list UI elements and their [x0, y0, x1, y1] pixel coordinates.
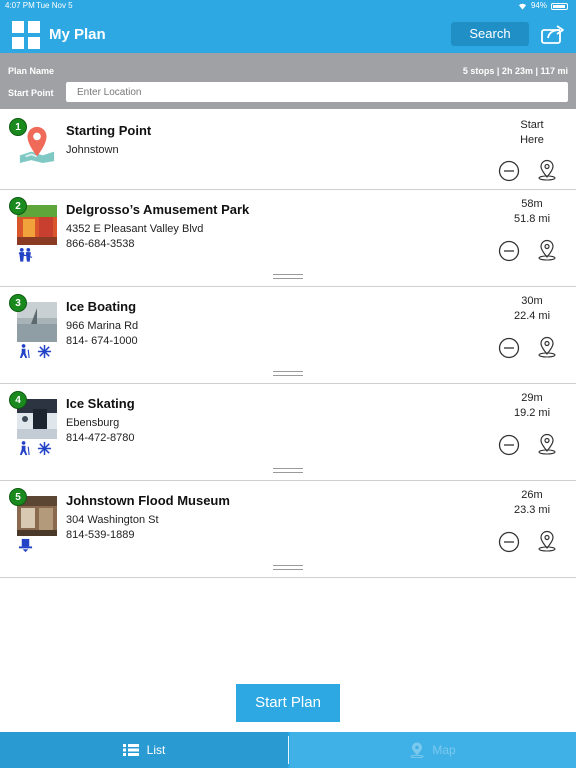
stop-duration: 58m: [521, 198, 543, 210]
status-bar: 4:07 PM Tue Nov 5 94%: [0, 0, 576, 12]
stop-phone: 866-684-3538: [66, 238, 135, 250]
stop-meta: 29m 19.2 mi: [502, 391, 562, 421]
stop-meta: Start Here: [502, 118, 562, 148]
remove-stop-icon[interactable]: [498, 240, 520, 262]
family-icon: [18, 247, 33, 262]
stop-title: Delgrosso’s Amusement Park: [66, 202, 250, 217]
page-title: My Plan: [49, 26, 106, 43]
remove-stop-icon[interactable]: [498, 531, 520, 553]
category-icons: [18, 441, 52, 456]
wifi-icon: [518, 3, 527, 10]
stop-number-badge: 4: [9, 391, 27, 409]
snowflake-icon: [37, 344, 52, 359]
map-pin-icon: [410, 742, 424, 758]
bottom-tab-bar: List Map: [0, 732, 576, 768]
top-hat-icon: [18, 538, 33, 553]
app-grid-icon[interactable]: [12, 21, 40, 49]
status-date: Tue Nov 5: [36, 1, 73, 10]
stop-distance: 51.8 mi: [513, 213, 551, 225]
stop-duration: 26m: [521, 489, 543, 501]
hiking-icon: [19, 344, 30, 359]
list-item[interactable]: 3 Ice Boating 966 Marina Rd 814- 674-100…: [0, 287, 576, 384]
stop-number-badge: 3: [9, 294, 27, 312]
plan-summary: 5 stops | 2h 23m | 117 mi: [462, 66, 568, 76]
tab-list-label: List: [146, 743, 166, 757]
remove-stop-icon[interactable]: [498, 337, 520, 359]
stop-address: 4352 E Pleasant Valley Blvd: [66, 223, 204, 235]
search-button[interactable]: Search: [451, 22, 529, 46]
stop-distance: 22.4 mi: [513, 310, 551, 322]
list-item[interactable]: 5 Johnstown Flood Museum 304 Washington …: [0, 481, 576, 578]
stop-number-badge: 5: [9, 488, 27, 506]
battery-icon: [551, 2, 568, 10]
status-time: 4:07 PM: [5, 1, 35, 10]
remove-stop-icon[interactable]: [498, 434, 520, 456]
drag-handle[interactable]: [273, 565, 303, 570]
remove-stop-icon[interactable]: [498, 160, 520, 182]
stop-title: Johnstown Flood Museum: [66, 493, 230, 508]
drag-handle[interactable]: [273, 274, 303, 279]
stop-meta-line2: Here: [520, 134, 544, 146]
list-item[interactable]: 2 Delgrosso’s Amusement Park 4352 E Plea…: [0, 190, 576, 287]
stop-address: Johnstown: [66, 144, 119, 156]
start-point-label: Start Point: [8, 88, 54, 98]
tab-map[interactable]: Map: [290, 732, 576, 768]
start-plan-button[interactable]: Start Plan: [236, 684, 340, 722]
snowflake-icon: [37, 441, 52, 456]
stop-phone: 814-539-1889: [66, 529, 135, 541]
top-header: 4:07 PM Tue Nov 5 94% My Plan Search: [0, 0, 576, 53]
drag-handle[interactable]: [273, 371, 303, 376]
stop-address: 966 Marina Rd: [66, 320, 139, 332]
stop-duration: 30m: [521, 295, 543, 307]
category-icons: [18, 344, 52, 359]
start-location-input[interactable]: [66, 82, 568, 102]
stop-address: 304 Washington St: [66, 514, 159, 526]
stop-distance: 19.2 mi: [513, 407, 551, 419]
tab-divider: [288, 736, 289, 764]
map-pin-icon[interactable]: [536, 239, 558, 261]
share-icon[interactable]: [540, 23, 566, 45]
stop-meta: 26m 23.3 mi: [502, 488, 562, 518]
stop-phone: 814- 674-1000: [66, 335, 138, 347]
stop-number-badge: 1: [9, 118, 27, 136]
map-pin-icon[interactable]: [536, 159, 558, 181]
map-pin-icon[interactable]: [536, 433, 558, 455]
stop-title: Ice Skating: [66, 396, 135, 411]
stop-phone: 814-472-8780: [66, 432, 135, 444]
map-pin-icon[interactable]: [536, 530, 558, 552]
tab-list[interactable]: List: [0, 732, 288, 768]
list-icon: [122, 744, 139, 756]
stop-address: Ebensburg: [66, 417, 120, 429]
stop-meta: 30m 22.4 mi: [502, 294, 562, 324]
drag-handle[interactable]: [273, 468, 303, 473]
stop-meta-line1: Start: [520, 119, 544, 131]
stop-distance: 23.3 mi: [513, 504, 551, 516]
stop-number-badge: 2: [9, 197, 27, 215]
tab-map-label: Map: [432, 743, 456, 757]
status-right: 94%: [518, 0, 568, 12]
list-item[interactable]: 4 Ice Skating Ebensburg 814-472-8780 29m…: [0, 384, 576, 481]
stop-title: Starting Point: [66, 123, 152, 138]
stop-meta: 58m 51.8 mi: [502, 197, 562, 227]
list-item[interactable]: 1 Starting Point Johnstown Start Here: [0, 110, 576, 190]
plan-name-label: Plan Name: [8, 66, 55, 76]
hiking-icon: [19, 441, 30, 456]
stop-title: Ice Boating: [66, 299, 137, 314]
map-pin-icon[interactable]: [536, 336, 558, 358]
battery-percent: 94%: [530, 1, 547, 10]
stop-duration: 29m: [521, 392, 543, 404]
